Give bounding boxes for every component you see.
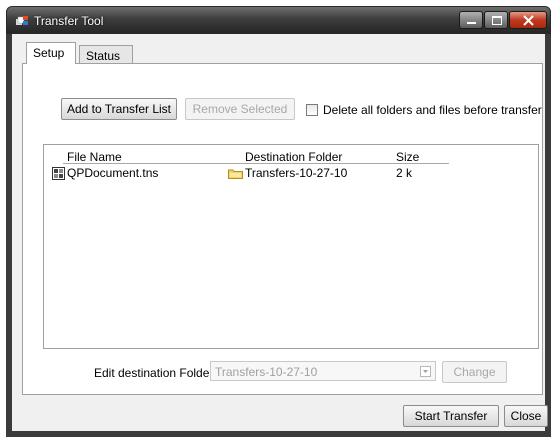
row-file-name[interactable]: QPDocument.tns	[67, 166, 158, 180]
add-button-label: Add to Transfer List	[66, 102, 172, 116]
tab-setup-label: Setup	[33, 46, 65, 60]
transfer-tool-window: Transfer Tool Setup Status Add to Transf…	[0, 0, 551, 437]
column-header-destination-folder[interactable]: Destination Folder	[245, 150, 342, 164]
minimize-button[interactable]	[459, 11, 483, 29]
tab-status[interactable]: Status	[79, 45, 133, 64]
close-button-label: Close	[510, 409, 542, 423]
window-body: Setup Status Add to Transfer List Remove…	[6, 34, 551, 437]
tab-setup[interactable]: Setup	[26, 42, 76, 64]
start-transfer-label: Start Transfer	[414, 409, 488, 423]
title-bar[interactable]: Transfer Tool	[6, 6, 551, 34]
row-size[interactable]: 2 k	[396, 166, 412, 180]
remove-button-label: Remove Selected	[192, 102, 288, 116]
tab-status-label: Status	[86, 49, 121, 64]
tns-file-icon	[52, 167, 65, 180]
close-button[interactable]: Close	[504, 405, 548, 427]
row-destination-folder[interactable]: Transfers-10-27-10	[245, 166, 347, 180]
delete-before-transfer-label: Delete all folders and files before tran…	[323, 103, 542, 117]
change-folder-button[interactable]: Change	[442, 361, 507, 383]
minimize-icon	[467, 22, 476, 24]
close-icon	[523, 15, 534, 26]
header-divider	[63, 163, 449, 164]
maximize-icon	[492, 16, 502, 25]
delete-before-transfer-checkbox[interactable]	[306, 104, 318, 116]
change-button-label: Change	[453, 365, 496, 379]
column-header-size[interactable]: Size	[396, 150, 419, 164]
close-window-button[interactable]	[509, 11, 547, 29]
window-title: Transfer Tool	[34, 14, 104, 28]
folder-icon	[228, 169, 243, 179]
destination-folder-combobox[interactable]: Transfers-10-27-10	[210, 361, 436, 381]
remove-selected-button[interactable]: Remove Selected	[185, 98, 295, 120]
setup-panel: Add to Transfer List Remove Selected Del…	[22, 63, 543, 395]
add-to-transfer-list-button[interactable]: Add to Transfer List	[61, 98, 177, 120]
edit-destination-label: Edit destination Folder:	[94, 366, 217, 380]
destination-folder-value: Transfers-10-27-10	[215, 365, 318, 379]
start-transfer-button[interactable]: Start Transfer	[403, 405, 499, 427]
chevron-down-icon[interactable]	[420, 366, 431, 377]
app-icon	[16, 16, 28, 25]
maximize-button[interactable]	[484, 11, 508, 29]
column-header-file-name[interactable]: File Name	[67, 150, 122, 164]
